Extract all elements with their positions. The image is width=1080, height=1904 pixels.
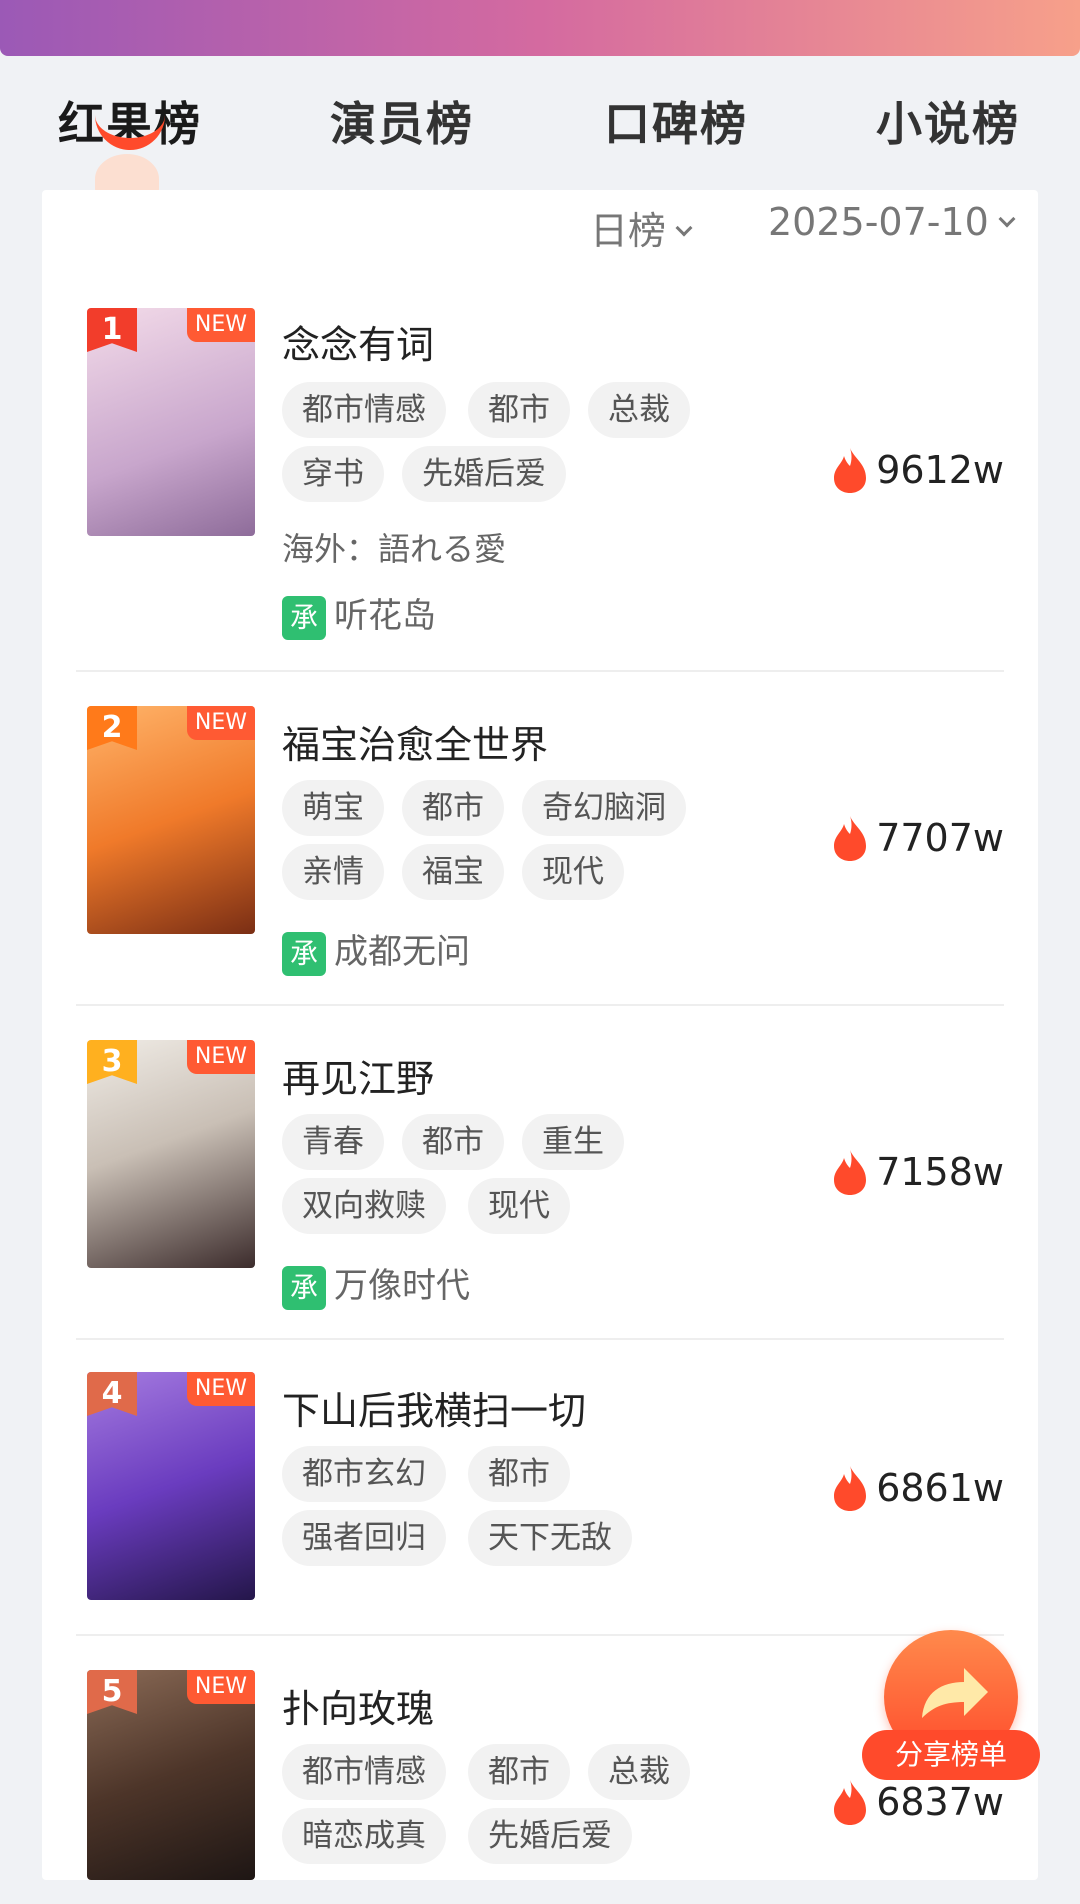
tag[interactable]: 先婚后爱 (468, 1808, 632, 1864)
drama-poster[interactable]: 5 NEW (87, 1670, 255, 1880)
tag[interactable]: 先婚后爱 (402, 446, 566, 502)
heat-count: 6861w (830, 1464, 1004, 1512)
flame-icon (834, 816, 867, 861)
producer-badge: 承 (282, 1265, 326, 1310)
new-badge: NEW (186, 706, 255, 740)
new-badge: NEW (186, 308, 255, 342)
rank-badge: 1 (87, 308, 137, 352)
producer: 承成都无问 (282, 924, 470, 976)
heat-value: 6861w (876, 1466, 1004, 1510)
rank-badge: 2 (87, 706, 137, 750)
heat-value: 7158w (876, 1150, 1004, 1194)
drama-title[interactable]: 下山后我横扫一切 (282, 1380, 586, 1435)
tag[interactable]: 青春 (282, 1114, 384, 1170)
tag[interactable]: 福宝 (402, 844, 504, 900)
tag[interactable]: 都市情感 (282, 382, 446, 438)
top-gradient-bar (0, 0, 1080, 56)
drama-title[interactable]: 再见江野 (282, 1048, 434, 1103)
list-item[interactable]: 1 NEW 念念有词 都市情感 都市 总裁 穿书 先婚后爱 海外：語れる愛 承听… (0, 306, 1080, 672)
heat-value: 9612w (876, 448, 1004, 492)
tag[interactable]: 总裁 (588, 382, 690, 438)
drama-title[interactable]: 念念有词 (282, 314, 434, 369)
rank-badge: 4 (87, 1372, 137, 1416)
tab-actors[interactable]: 演员榜 (330, 88, 474, 154)
filter-bar: 日榜 2025-07-10 (0, 200, 1080, 253)
tag[interactable]: 穿书 (282, 446, 384, 502)
producer: 承万像时代 (282, 1258, 470, 1310)
tag[interactable]: 强者回归 (282, 1510, 446, 1566)
tag[interactable]: 现代 (522, 844, 624, 900)
tag[interactable]: 都市 (468, 382, 570, 438)
tab-novels[interactable]: 小说榜 (876, 88, 1020, 154)
tag[interactable]: 现代 (468, 1178, 570, 1234)
heat-count: 7158w (830, 1148, 1004, 1196)
rank-badge: 5 (87, 1670, 137, 1714)
tag[interactable]: 都市玄幻 (282, 1446, 446, 1502)
drama-title[interactable]: 福宝治愈全世界 (282, 714, 548, 769)
producer-badge: 承 (282, 931, 326, 976)
drama-poster[interactable]: 4 NEW (87, 1372, 255, 1600)
tag[interactable]: 都市 (468, 1744, 570, 1800)
overseas-title: 海外：語れる愛 (282, 530, 507, 568)
period-select[interactable]: 日榜 (590, 200, 693, 255)
heat-value: 7707w (876, 816, 1004, 860)
producer-name: 听花岛 (334, 596, 436, 636)
tag[interactable]: 暗恋成真 (282, 1808, 446, 1864)
producer-name: 成都无问 (334, 932, 470, 972)
list-item[interactable]: 3 NEW 再见江野 青春 都市 重生 双向救赎 现代 承万像时代 7158w (0, 1040, 1080, 1340)
date-select[interactable]: 2025-07-10 (768, 200, 1016, 244)
heat-count: 9612w (830, 446, 1004, 494)
tag[interactable]: 都市 (402, 1114, 504, 1170)
chevron-down-icon (675, 219, 693, 237)
producer-badge: 承 (282, 595, 326, 640)
drama-title[interactable]: 扑向玫瑰 (282, 1678, 434, 1733)
chevron-down-icon (998, 210, 1016, 228)
period-select-label: 日榜 (590, 209, 667, 253)
tab-reputation[interactable]: 口碑榜 (604, 88, 748, 154)
rank-badge: 3 (87, 1040, 137, 1084)
divider (76, 1338, 1004, 1340)
flame-icon (834, 448, 867, 493)
tag[interactable]: 重生 (522, 1114, 624, 1170)
tag[interactable]: 奇幻脑洞 (522, 780, 686, 836)
date-select-label: 2025-07-10 (768, 200, 989, 244)
tag[interactable]: 天下无敌 (468, 1510, 632, 1566)
new-badge: NEW (186, 1040, 255, 1074)
divider (76, 1004, 1004, 1006)
tag[interactable]: 都市 (402, 780, 504, 836)
new-badge: NEW (186, 1372, 255, 1406)
tag[interactable]: 都市情感 (282, 1744, 446, 1800)
list-item[interactable]: 4 NEW 下山后我横扫一切 都市玄幻 都市 强者回归 天下无敌 6861w (0, 1372, 1080, 1636)
new-badge: NEW (186, 1670, 255, 1704)
list-item[interactable]: 2 NEW 福宝治愈全世界 萌宝 都市 奇幻脑洞 亲情 福宝 现代 承成都无问 … (0, 706, 1080, 1006)
producer-name: 万像时代 (334, 1266, 470, 1306)
tag[interactable]: 亲情 (282, 844, 384, 900)
share-label: 分享榜单 (862, 1730, 1040, 1780)
producer: 承听花岛 (282, 588, 436, 640)
tag[interactable]: 都市 (468, 1446, 570, 1502)
drama-poster[interactable]: 1 NEW (87, 308, 255, 536)
tag[interactable]: 萌宝 (282, 780, 384, 836)
tag[interactable]: 总裁 (588, 1744, 690, 1800)
tag[interactable]: 双向救赎 (282, 1178, 446, 1234)
drama-poster[interactable]: 2 NEW (87, 706, 255, 934)
flame-icon (834, 1466, 867, 1511)
share-ranking-button[interactable]: 分享榜单 (862, 1630, 1040, 1790)
heat-count: 7707w (830, 814, 1004, 862)
flame-icon (834, 1150, 867, 1195)
divider (76, 670, 1004, 672)
drama-poster[interactable]: 3 NEW (87, 1040, 255, 1268)
